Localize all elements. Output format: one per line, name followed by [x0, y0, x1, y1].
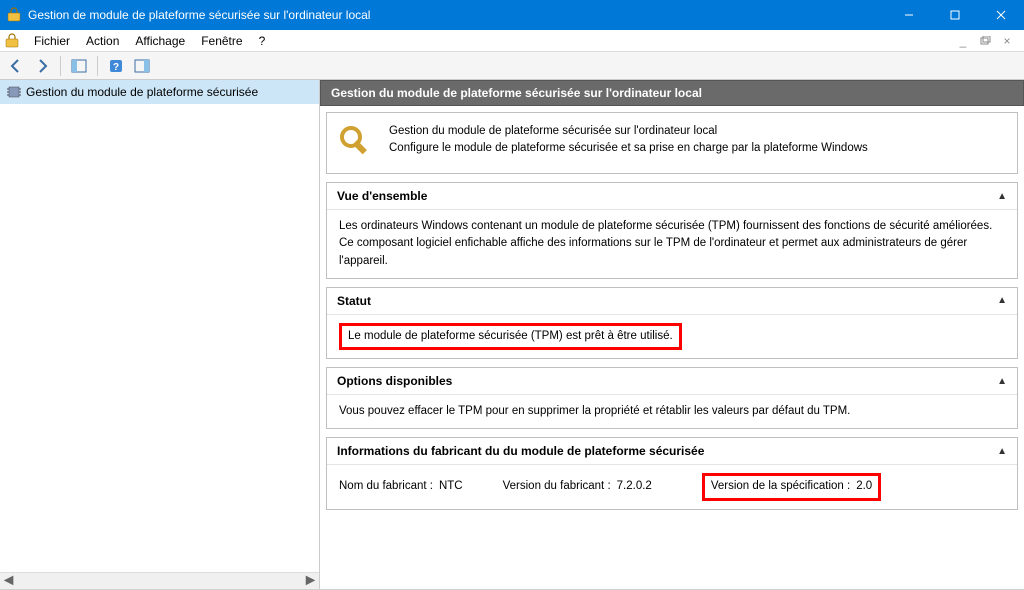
menu-affichage[interactable]: Affichage — [127, 32, 193, 50]
minimize-button[interactable] — [886, 0, 932, 30]
tree-root-label: Gestion du module de plateforme sécurisé… — [26, 85, 258, 99]
close-button[interactable] — [978, 0, 1024, 30]
tpm-key-icon — [337, 123, 377, 163]
intro-title: Gestion du module de plateforme sécurisé… — [389, 123, 868, 140]
main-area: Gestion du module de plateforme sécurisé… — [0, 80, 1024, 589]
section-manufacturer: Informations du fabricant du du module d… — [326, 437, 1018, 509]
tpm-chip-icon — [6, 84, 22, 100]
scroll-right-icon[interactable]: ► — [302, 573, 319, 590]
collapse-icon: ▲ — [997, 295, 1007, 306]
window-titlebar: Gestion de module de plateforme sécurisé… — [0, 0, 1024, 30]
toolbar: ? — [0, 52, 1024, 80]
forward-button[interactable] — [30, 54, 54, 78]
app-icon — [6, 7, 22, 23]
collapse-icon: ▲ — [997, 446, 1007, 457]
child-close-button[interactable]: × — [998, 33, 1016, 49]
content-header: Gestion du module de plateforme sécurisé… — [320, 80, 1024, 106]
menu-fichier[interactable]: Fichier — [26, 32, 78, 50]
section-options: Options disponibles ▲ Vous pouvez efface… — [326, 367, 1018, 429]
menubar: Fichier Action Affichage Fenêtre ? _ × — [0, 30, 1024, 52]
section-options-title: Options disponibles — [337, 374, 452, 388]
mfr-name-value: NTC — [439, 478, 463, 495]
mfr-version-label: Version du fabricant : — [503, 478, 611, 495]
toolbar-separator — [60, 56, 61, 76]
window-title: Gestion de module de plateforme sécurisé… — [28, 8, 886, 22]
mfr-name-label: Nom du fabricant : — [339, 478, 433, 495]
show-hide-tree-button[interactable] — [67, 54, 91, 78]
section-overview: Vue d'ensemble ▲ Les ordinateurs Windows… — [326, 182, 1018, 279]
mfr-version-value: 7.2.0.2 — [617, 478, 652, 495]
toolbar-separator — [97, 56, 98, 76]
section-options-header[interactable]: Options disponibles ▲ — [327, 368, 1017, 395]
back-button[interactable] — [4, 54, 28, 78]
section-manufacturer-header[interactable]: Informations du fabricant du du module d… — [327, 438, 1017, 465]
section-overview-header[interactable]: Vue d'ensemble ▲ — [327, 183, 1017, 210]
console-tree: Gestion du module de plateforme sécurisé… — [0, 80, 320, 589]
maximize-button[interactable] — [932, 0, 978, 30]
section-overview-body: Les ordinateurs Windows contenant un mod… — [327, 210, 1017, 278]
collapse-icon: ▲ — [997, 376, 1007, 387]
menu-help[interactable]: ? — [251, 32, 274, 50]
mmc-icon — [4, 33, 20, 49]
intro-description: Configure le module de plateforme sécuri… — [389, 140, 868, 157]
menu-action[interactable]: Action — [78, 32, 127, 50]
spec-version-value: 2.0 — [856, 478, 872, 495]
svg-text:?: ? — [113, 62, 119, 73]
intro-panel: Gestion du module de plateforme sécurisé… — [326, 112, 1018, 174]
scroll-left-icon[interactable]: ◄ — [0, 573, 17, 590]
tpm-status-message: Le module de plateforme sécurisée (TPM) … — [339, 323, 682, 350]
collapse-icon: ▲ — [997, 191, 1007, 202]
menu-fenetre[interactable]: Fenêtre — [193, 32, 250, 50]
spec-version-label: Version de la spécification : — [711, 478, 850, 495]
section-overview-title: Vue d'ensemble — [337, 189, 427, 203]
section-options-body: Vous pouvez effacer le TPM pour en suppr… — [327, 395, 1017, 428]
section-status-header[interactable]: Statut ▲ — [327, 288, 1017, 315]
section-status: Statut ▲ Le module de plateforme sécuris… — [326, 287, 1018, 359]
content-pane: Gestion du module de plateforme sécurisé… — [320, 80, 1024, 589]
action-pane-button[interactable] — [130, 54, 154, 78]
tree-root-tpm[interactable]: Gestion du module de plateforme sécurisé… — [0, 80, 319, 104]
section-status-title: Statut — [337, 294, 371, 308]
child-minimize-button[interactable]: _ — [954, 33, 972, 49]
help-button[interactable]: ? — [104, 54, 128, 78]
child-restore-button[interactable] — [976, 33, 994, 49]
section-manufacturer-title: Informations du fabricant du du module d… — [337, 444, 704, 458]
sidebar-hscrollbar[interactable]: ◄ ► — [0, 572, 319, 589]
